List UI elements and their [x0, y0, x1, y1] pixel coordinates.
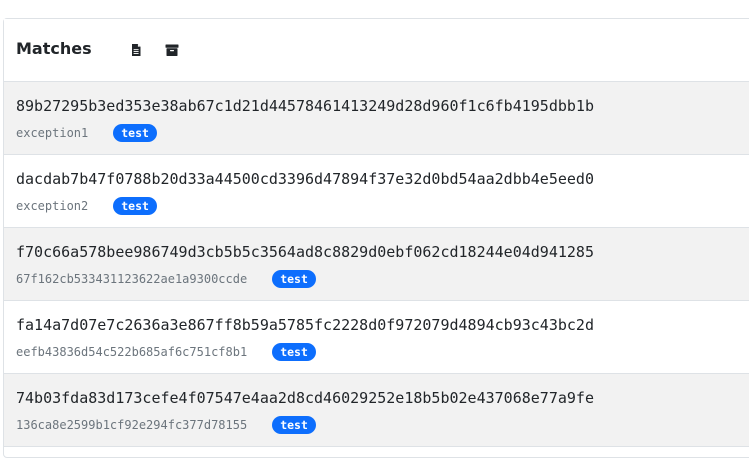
match-name: eefb43836d54c522b685af6c751cf8b1 — [16, 345, 248, 359]
matches-list: 89b27295b3ed353e38ab67c1d21d445784614132… — [4, 82, 749, 447]
match-name: 67f162cb533431123622ae1a9300ccde — [16, 272, 248, 286]
match-meta: eefb43836d54c522b685af6c751cf8b1 test — [16, 343, 316, 361]
list-item[interactable]: fa14a7d07e7c2636a3e867ff8b59a5785fc2228d… — [4, 301, 749, 374]
tag-badge: test — [272, 343, 316, 361]
match-meta: 67f162cb533431123622ae1a9300ccde test — [16, 270, 316, 288]
file-text-icon[interactable] — [129, 43, 143, 57]
match-hash: 89b27295b3ed353e38ab67c1d21d445784614132… — [16, 97, 594, 115]
panel-title: Matches — [16, 39, 92, 58]
matches-panel: Matches 89b27295b3ed353e38ab67c1d21d4457… — [3, 18, 749, 458]
match-meta: 136ca8e2599b1cf92e294fc377d78155 test — [16, 416, 316, 434]
panel-header: Matches — [4, 19, 749, 82]
match-hash: dacdab7b47f0788b20d33a44500cd3396d47894f… — [16, 170, 594, 188]
match-meta: exception2 test — [16, 197, 157, 215]
list-item[interactable]: dacdab7b47f0788b20d33a44500cd3396d47894f… — [4, 155, 749, 228]
list-item[interactable]: f70c66a578bee986749d3cb5b5c3564ad8c8829d… — [4, 228, 749, 301]
match-hash: f70c66a578bee986749d3cb5b5c3564ad8c8829d… — [16, 243, 594, 261]
match-hash: 74b03fda83d173cefe4f07547e4aa2d8cd460292… — [16, 389, 594, 407]
match-name: exception2 — [16, 199, 89, 213]
match-hash: fa14a7d07e7c2636a3e867ff8b59a5785fc2228d… — [16, 316, 594, 334]
match-name: 136ca8e2599b1cf92e294fc377d78155 — [16, 418, 248, 432]
tag-badge: test — [113, 197, 157, 215]
list-item[interactable]: 89b27295b3ed353e38ab67c1d21d445784614132… — [4, 82, 749, 155]
tag-badge: test — [113, 124, 157, 142]
tag-badge: test — [272, 270, 316, 288]
list-item[interactable]: 74b03fda83d173cefe4f07547e4aa2d8cd460292… — [4, 374, 749, 447]
match-name: exception1 — [16, 126, 89, 140]
archive-icon[interactable] — [165, 43, 179, 57]
tag-badge: test — [272, 416, 316, 434]
match-meta: exception1 test — [16, 124, 157, 142]
